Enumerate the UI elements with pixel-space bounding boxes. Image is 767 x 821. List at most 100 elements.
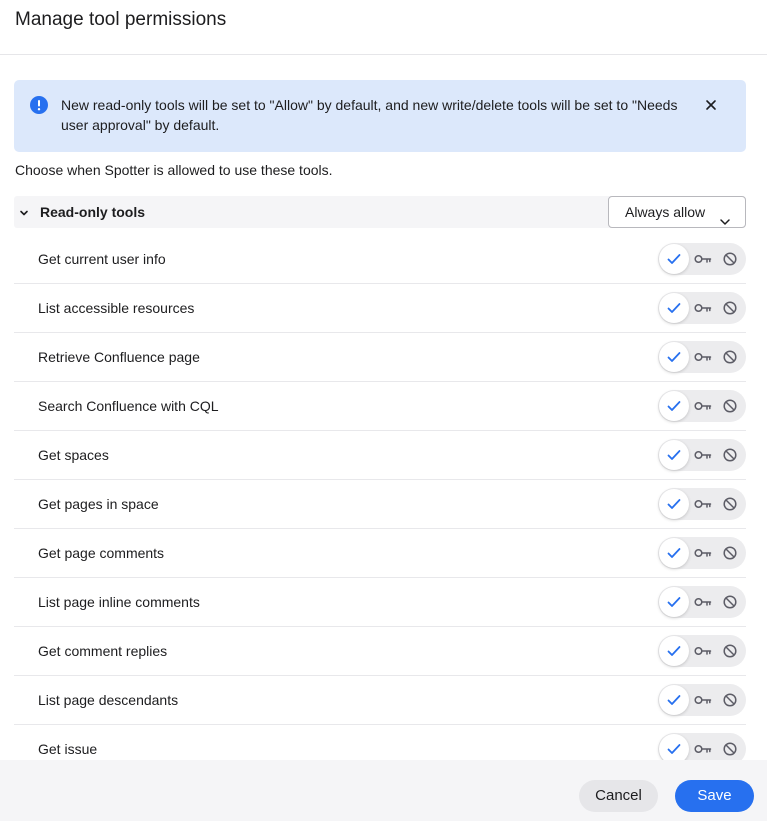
deny-option[interactable] xyxy=(716,390,746,422)
key-icon xyxy=(694,303,712,313)
deny-option[interactable] xyxy=(716,586,746,618)
dropdown-value: Always allow xyxy=(625,204,706,220)
needs-approval-option[interactable] xyxy=(689,635,719,667)
dialog-footer: Cancel Save xyxy=(0,760,767,821)
tool-name: Get spaces xyxy=(38,447,109,463)
allow-option[interactable] xyxy=(659,440,689,470)
check-icon xyxy=(667,744,681,754)
permission-toggle xyxy=(658,243,746,275)
permission-toggle xyxy=(658,733,746,760)
allow-option[interactable] xyxy=(659,538,689,568)
allow-option[interactable] xyxy=(659,244,689,274)
permission-toggle xyxy=(658,341,746,373)
tool-name: Get page comments xyxy=(38,545,165,561)
close-icon[interactable] xyxy=(704,98,718,112)
deny-option[interactable] xyxy=(716,341,746,373)
deny-option[interactable] xyxy=(716,439,746,471)
key-icon xyxy=(694,695,712,705)
tool-row: Get spaces xyxy=(14,431,746,480)
tool-name: Get comment replies xyxy=(38,643,168,659)
allow-option[interactable] xyxy=(659,636,689,666)
needs-approval-option[interactable] xyxy=(689,684,719,716)
tool-name: Get issue xyxy=(38,741,98,757)
cancel-button[interactable]: Cancel xyxy=(579,780,658,812)
allow-option[interactable] xyxy=(659,293,689,323)
permission-toggle xyxy=(658,586,746,618)
dialog-body[interactable]: New read-only tools will be set to "Allo… xyxy=(0,56,767,760)
needs-approval-option[interactable] xyxy=(689,390,719,422)
permissions-description: Choose when Spotter is allowed to use th… xyxy=(15,162,333,178)
tool-row: Get current user info xyxy=(14,235,746,284)
key-icon xyxy=(694,597,712,607)
permission-toggle xyxy=(658,684,746,716)
group-label: Read-only tools xyxy=(40,204,146,220)
needs-approval-option[interactable] xyxy=(689,488,719,520)
block-icon xyxy=(723,252,737,266)
permission-toggle xyxy=(658,488,746,520)
allow-option[interactable] xyxy=(659,587,689,617)
needs-approval-option[interactable] xyxy=(689,733,719,760)
deny-option[interactable] xyxy=(716,635,746,667)
block-icon xyxy=(723,595,737,609)
check-icon xyxy=(667,450,681,460)
tool-name: Get pages in space xyxy=(38,496,159,512)
block-icon xyxy=(723,399,737,413)
group-permission-dropdown[interactable]: Always allow xyxy=(608,196,746,228)
allow-option[interactable] xyxy=(659,342,689,372)
tool-name: Get current user info xyxy=(38,251,166,267)
tool-name: Retrieve Confluence page xyxy=(38,349,200,365)
needs-approval-option[interactable] xyxy=(689,243,719,275)
needs-approval-option[interactable] xyxy=(689,439,719,471)
tool-row: Get page comments xyxy=(14,529,746,578)
deny-option[interactable] xyxy=(716,733,746,760)
save-button[interactable]: Save xyxy=(675,780,754,812)
block-icon xyxy=(723,497,737,511)
allow-option[interactable] xyxy=(659,489,689,519)
block-icon xyxy=(723,742,737,756)
check-icon xyxy=(667,499,681,509)
tool-name: List page descendants xyxy=(38,692,179,708)
needs-approval-option[interactable] xyxy=(689,537,719,569)
deny-option[interactable] xyxy=(716,537,746,569)
chevron-down-icon[interactable] xyxy=(18,206,30,218)
key-icon xyxy=(694,646,712,656)
check-icon xyxy=(667,303,681,313)
tool-row: List page descendants xyxy=(14,676,746,725)
key-icon xyxy=(694,352,712,362)
check-icon xyxy=(667,254,681,264)
permission-toggle xyxy=(658,390,746,422)
block-icon xyxy=(723,546,737,560)
allow-option[interactable] xyxy=(659,685,689,715)
check-icon xyxy=(667,597,681,607)
group-header-read-only[interactable]: Read-only tools Always allow xyxy=(14,196,746,228)
key-icon xyxy=(694,499,712,509)
manage-tool-permissions-dialog: Manage tool permissions New read-only to… xyxy=(0,0,767,821)
tool-row: Get comment replies xyxy=(14,627,746,676)
tool-row: Get pages in space xyxy=(14,480,746,529)
dialog-title: Manage tool permissions xyxy=(15,9,227,30)
needs-approval-option[interactable] xyxy=(689,341,719,373)
permission-toggle xyxy=(658,537,746,569)
tool-row: List accessible resources xyxy=(14,284,746,333)
deny-option[interactable] xyxy=(716,684,746,716)
check-icon xyxy=(667,548,681,558)
check-icon xyxy=(667,695,681,705)
needs-approval-option[interactable] xyxy=(689,586,719,618)
block-icon xyxy=(723,693,737,707)
deny-option[interactable] xyxy=(716,488,746,520)
tool-row: Get issue xyxy=(14,725,746,760)
deny-option[interactable] xyxy=(716,292,746,324)
allow-option[interactable] xyxy=(659,391,689,421)
key-icon xyxy=(694,254,712,264)
chevron-down-icon xyxy=(719,207,731,225)
tool-row: Search Confluence with CQL xyxy=(14,382,746,431)
check-icon xyxy=(667,646,681,656)
deny-option[interactable] xyxy=(716,243,746,275)
needs-approval-option[interactable] xyxy=(689,292,719,324)
permission-toggle xyxy=(658,439,746,471)
allow-option[interactable] xyxy=(659,734,689,760)
block-icon xyxy=(723,350,737,364)
info-icon xyxy=(30,96,48,114)
tool-name: Search Confluence with CQL xyxy=(38,398,219,414)
tool-row: List page inline comments xyxy=(14,578,746,627)
